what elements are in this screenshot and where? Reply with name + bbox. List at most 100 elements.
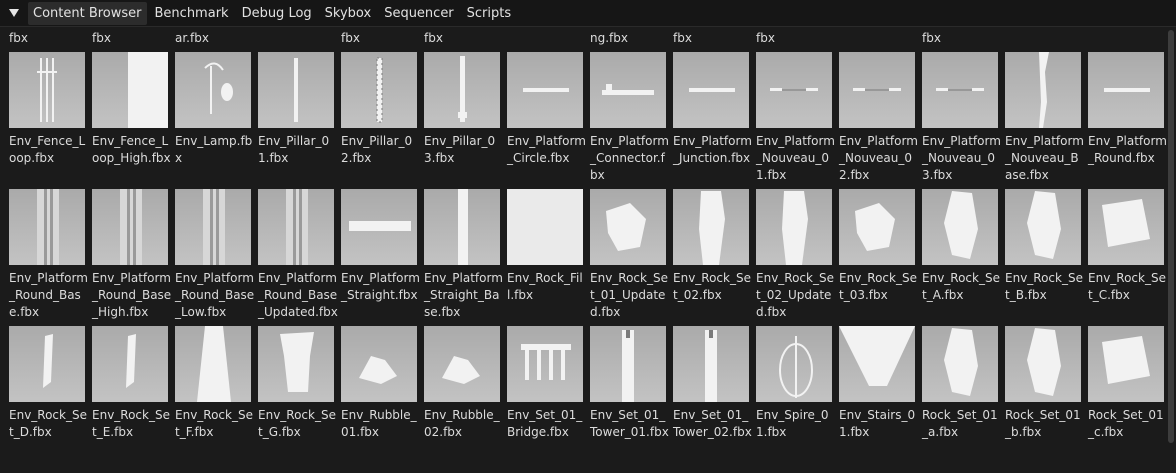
asset-tile[interactable]: Env_Rock_Set_03.fbx xyxy=(839,189,917,304)
asset-tile[interactable]: Env_Platform_Round_Base_High.fbx xyxy=(92,189,171,321)
asset-tile[interactable]: Env_Rubble_02.fbx xyxy=(424,326,502,441)
asset-tile[interactable]: Env_Platform_Circle.fbx xyxy=(507,52,586,167)
fence-loop-high-thumbnail xyxy=(92,52,168,128)
asset-tile[interactable]: Env_Platform_Straight_Base.fbx xyxy=(424,189,503,321)
asset-tile[interactable]: Env_Lamp.fbx xyxy=(175,52,253,167)
asset-filename-label: Env_Rock_Set_02_Updated.fbx xyxy=(756,271,834,319)
asset-filename-label: Env_Rock_Set_B.fbx xyxy=(1005,271,1083,302)
asset-tile[interactable]: Env_Set_01_Bridge.fbx xyxy=(507,326,585,441)
previous-row-label[interactable]: ng.fbx xyxy=(590,30,662,47)
asset-tile[interactable]: Env_Platform_Round_Base_Updated.fbx xyxy=(258,189,338,321)
tab-debug-log[interactable]: Debug Log xyxy=(237,2,317,25)
asset-tile[interactable]: Env_Rock_Set_C.fbx xyxy=(1088,189,1166,304)
asset-tile[interactable]: Env_Pillar_01.fbx xyxy=(258,52,336,167)
asset-tile[interactable]: Env_Rubble_01.fbx xyxy=(341,326,419,441)
asset-tile[interactable]: Env_Platform_Round_Base_Low.fbx xyxy=(175,189,255,321)
asset-tile[interactable]: Env_Platform_Nouveau_Base.fbx xyxy=(1005,52,1084,184)
previous-row-label[interactable]: fbx xyxy=(756,30,828,47)
asset-tile[interactable]: Env_Platform_Connector.fbx xyxy=(590,52,669,184)
asset-tile[interactable]: Env_Rock_Set_01_Updated.fbx xyxy=(590,189,668,321)
asset-tile[interactable]: Env_Rock_Set_02_Updated.fbx xyxy=(756,189,834,321)
asset-tile[interactable]: Env_Platform_Junction.fbx xyxy=(673,52,752,167)
rock-chunk-thumbnail xyxy=(839,189,915,265)
rock-fill-thumbnail xyxy=(507,189,583,265)
asset-tile[interactable]: Env_Rock_Set_02.fbx xyxy=(673,189,751,304)
asset-filename-label: Env_Stairs_01.fbx xyxy=(839,408,916,439)
previous-row-label[interactable]: fbx xyxy=(92,30,164,47)
asset-tile[interactable]: Env_Pillar_03.fbx xyxy=(424,52,502,167)
asset-filename-label: Env_Rock_Set_01_Updated.fbx xyxy=(590,271,668,319)
previous-row-label[interactable]: fbx xyxy=(341,30,413,47)
tab-skybox[interactable]: Skybox xyxy=(320,2,377,25)
asset-tile[interactable]: Env_Fence_Loop.fbx xyxy=(9,52,87,167)
rock-sliver-thumbnail xyxy=(92,326,168,402)
vertical-scrollbar[interactable] xyxy=(1168,30,1174,443)
asset-tile[interactable]: Env_Set_01_Tower_02.fbx xyxy=(673,326,752,441)
tab-scripts[interactable]: Scripts xyxy=(462,2,516,25)
asset-tile[interactable]: Env_Pillar_02.fbx xyxy=(341,52,419,167)
asset-filename-label: Env_Rock_Set_F.fbx xyxy=(175,408,253,439)
asset-filename-label: Env_Spire_01.fbx xyxy=(756,408,829,439)
previous-row-label[interactable]: fbx xyxy=(424,30,496,47)
rubble-thumbnail xyxy=(424,326,500,402)
tab-content-browser[interactable]: Content Browser xyxy=(28,1,147,25)
asset-filename-label: Env_Fence_Loop.fbx xyxy=(9,134,86,165)
rock-tall-thumbnail xyxy=(1005,189,1081,265)
pillar-tall-thumbnail xyxy=(424,52,500,128)
asset-tile[interactable]: Env_Spire_01.fbx xyxy=(756,326,834,441)
asset-tile[interactable]: Env_Set_01_Tower_01.fbx xyxy=(590,326,669,441)
collapse-triangle-icon[interactable] xyxy=(6,5,22,21)
asset-filename-label: Env_Pillar_03.fbx xyxy=(424,134,496,165)
asset-filename-label: Env_Rubble_02.fbx xyxy=(424,408,500,439)
asset-filename-label: Env_Platform_Circle.fbx xyxy=(507,134,586,165)
asset-tile[interactable]: Env_Rock_Set_D.fbx xyxy=(9,326,87,441)
platform-connector-thumbnail xyxy=(590,52,666,128)
asset-filename-label: Env_Platform_Nouveau_01.fbx xyxy=(756,134,835,182)
previous-row-label[interactable]: fbx xyxy=(673,30,745,47)
previous-row-label[interactable]: fbx xyxy=(9,30,81,47)
asset-tile[interactable]: Env_Rock_Fill.fbx xyxy=(507,189,585,304)
previous-row-label[interactable]: fbx xyxy=(922,30,994,47)
asset-tile[interactable]: Env_Rock_Set_F.fbx xyxy=(175,326,253,441)
asset-tile[interactable]: Env_Platform_Nouveau_03.fbx xyxy=(922,52,1001,184)
asset-tile[interactable]: Rock_Set_01_b.fbx xyxy=(1005,326,1083,441)
asset-tile[interactable]: Env_Fence_Loop_High.fbx xyxy=(92,52,171,167)
round-base-thumbnail xyxy=(175,189,251,265)
asset-tile[interactable]: Env_Platform_Straight.fbx xyxy=(341,189,420,304)
tab-benchmark[interactable]: Benchmark xyxy=(150,2,234,25)
asset-filename-label: Env_Platform_Round_Base_Low.fbx xyxy=(175,271,255,319)
rock-chunk-thumbnail xyxy=(590,189,666,265)
asset-tile[interactable]: Env_Rock_Set_G.fbx xyxy=(258,326,336,441)
asset-tile[interactable]: Rock_Set_01_a.fbx xyxy=(922,326,1000,441)
nouveau-base-thumbnail xyxy=(1005,52,1081,128)
asset-filename-label: Env_Pillar_01.fbx xyxy=(258,134,330,165)
asset-tile[interactable]: Env_Rock_Set_B.fbx xyxy=(1005,189,1083,304)
asset-tile[interactable]: Env_Rock_Set_A.fbx xyxy=(922,189,1000,304)
asset-tile[interactable]: Env_Platform_Round_Base.fbx xyxy=(9,189,88,321)
fence-loop-thumbnail xyxy=(9,52,85,128)
rock-tall-thumbnail xyxy=(922,326,998,402)
round-base-thumbnail xyxy=(258,189,334,265)
rubble-thumbnail xyxy=(341,326,417,402)
asset-tile[interactable]: Env_Platform_Round.fbx xyxy=(1088,52,1167,167)
asset-tile[interactable]: Env_Rock_Set_E.fbx xyxy=(92,326,170,441)
asset-filename-label: Env_Platform_Junction.fbx xyxy=(673,134,752,165)
previous-row-label[interactable]: ar.fbx xyxy=(175,30,247,47)
asset-filename-label: Env_Rock_Set_02.fbx xyxy=(673,271,751,302)
asset-tile[interactable]: Rock_Set_01_c.fbx xyxy=(1088,326,1166,441)
rock-tall-thumbnail xyxy=(1005,326,1081,402)
straight-base-thumbnail xyxy=(424,189,500,265)
round-base-thumbnail xyxy=(9,189,85,265)
asset-tile[interactable]: Env_Stairs_01.fbx xyxy=(839,326,917,441)
rock-column-thumbnail xyxy=(673,189,749,265)
platform-flat-thumbnail xyxy=(1088,52,1164,128)
tab-sequencer[interactable]: Sequencer xyxy=(379,2,458,25)
pillar-thumbnail xyxy=(258,52,334,128)
asset-tile[interactable]: Env_Platform_Nouveau_01.fbx xyxy=(756,52,835,184)
asset-filename-label: Env_Platform_Straight.fbx xyxy=(341,271,420,302)
asset-tile[interactable]: Env_Platform_Nouveau_02.fbx xyxy=(839,52,918,184)
asset-filename-label: Env_Platform_Round_Base.fbx xyxy=(9,271,88,319)
rock-sliver-thumbnail xyxy=(9,326,85,402)
rock-boulder-thumbnail xyxy=(1088,189,1164,265)
bridge-thumbnail xyxy=(507,326,583,402)
